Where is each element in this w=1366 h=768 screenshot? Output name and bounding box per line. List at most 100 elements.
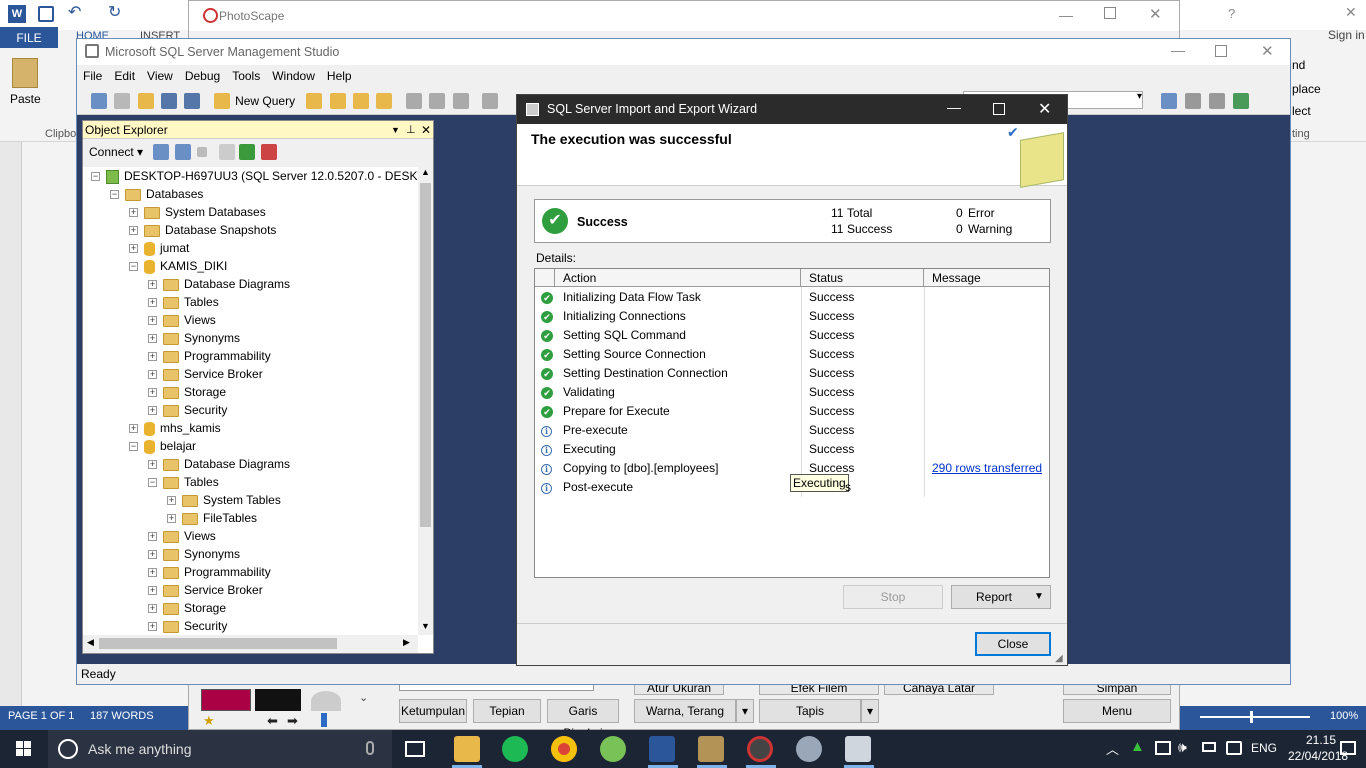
photoscape-close-icon[interactable]: ✕: [1149, 5, 1162, 23]
collapse-toggle-icon[interactable]: −: [148, 478, 157, 488]
scroll-down-arrow[interactable]: ▼: [421, 621, 430, 631]
undo-toolbar-icon[interactable]: [481, 93, 498, 109]
find-icon[interactable]: [1161, 93, 1177, 109]
word-file-tab[interactable]: FILE: [0, 27, 58, 49]
tree-node[interactable]: + System Databases: [129, 203, 266, 221]
tree-node[interactable]: + Database Snapshots: [129, 221, 276, 239]
add-item-icon[interactable]: [114, 93, 131, 109]
tree-node[interactable]: − Tables: [148, 473, 219, 491]
page-count[interactable]: PAGE 1 OF 1: [8, 710, 74, 722]
ssms-close-icon[interactable]: ✕: [1261, 42, 1274, 60]
collapse-toggle-icon[interactable]: −: [129, 442, 138, 452]
table-row[interactable]: ✔ Setting Source Connection Success: [535, 345, 1049, 364]
word-taskbar-icon[interactable]: [649, 736, 675, 762]
tree-node[interactable]: + Service Broker: [148, 581, 263, 599]
expand-toggle-icon[interactable]: +: [129, 244, 138, 254]
file-explorer-icon[interactable]: [454, 736, 480, 762]
save-toolbar-icon[interactable]: [161, 93, 178, 109]
expand-toggle-icon[interactable]: +: [148, 622, 157, 632]
resize-grip-icon[interactable]: ◢: [1055, 653, 1063, 664]
template-explorer-icon[interactable]: [1233, 93, 1249, 109]
tray-app-icon[interactable]: ▲: [1130, 738, 1145, 755]
expand-toggle-icon[interactable]: +: [148, 550, 157, 560]
word-count[interactable]: 187 WORDS: [90, 710, 154, 722]
star-icon[interactable]: ★: [203, 713, 215, 729]
wizard-minimize-icon[interactable]: —: [947, 99, 961, 115]
ribbon-select-item[interactable]: lect: [1292, 104, 1311, 118]
open-file-icon[interactable]: [137, 93, 154, 109]
scroll-left-arrow[interactable]: ◀: [87, 637, 94, 648]
tree-node[interactable]: + Database Diagrams: [148, 455, 290, 473]
menu-help[interactable]: Help: [321, 65, 358, 87]
thumbnail-image-1[interactable]: [201, 689, 251, 711]
collapse-toggle-icon[interactable]: −: [91, 172, 100, 182]
tree-node[interactable]: + System Tables: [167, 491, 281, 509]
start-icon[interactable]: [16, 741, 32, 757]
activity-monitor-icon[interactable]: [261, 144, 277, 160]
filter-dropdown[interactable]: ▾: [861, 699, 879, 723]
sign-in-link[interactable]: Sign in: [1328, 28, 1365, 42]
keyboard-icon[interactable]: [1226, 741, 1242, 755]
tree-node[interactable]: + Database Diagrams: [148, 275, 290, 293]
mdx-query-icon[interactable]: [329, 93, 346, 109]
menu-tools[interactable]: Tools: [226, 65, 266, 87]
xmla-query-icon[interactable]: [376, 93, 393, 109]
save-all-icon[interactable]: [184, 93, 201, 109]
task-view-icon[interactable]: [405, 741, 425, 757]
clock-time[interactable]: 21.15: [1306, 733, 1336, 747]
blur-button[interactable]: Ketumpulan: [399, 699, 467, 723]
expand-toggle-icon[interactable]: +: [148, 406, 157, 416]
menu-file[interactable]: File: [77, 65, 108, 87]
tree-node[interactable]: − Databases: [110, 185, 203, 203]
search-box[interactable]: Ask me anything: [48, 730, 392, 768]
tree-node[interactable]: + Service Broker: [148, 365, 263, 383]
tree-vertical-scrollbar[interactable]: ▲ ▼: [418, 167, 433, 635]
disconnect-icon[interactable]: [175, 144, 191, 160]
tree-node[interactable]: + Security: [148, 401, 227, 419]
zoom-slider-thumb[interactable]: [1250, 711, 1253, 723]
thumbnail-zoom-slider[interactable]: [321, 713, 327, 727]
hscroll-thumb[interactable]: [99, 638, 337, 649]
ssms-maximize-icon[interactable]: [1215, 45, 1227, 57]
spotify-icon[interactable]: [502, 736, 528, 762]
chrome-icon[interactable]: [551, 736, 577, 762]
new-query-icon[interactable]: [213, 93, 230, 109]
volume-icon[interactable]: 🕪: [1178, 739, 1187, 756]
paste-label[interactable]: Paste: [10, 92, 41, 106]
expand-toggle-icon[interactable]: +: [148, 352, 157, 362]
tree-node[interactable]: + jumat: [129, 239, 189, 257]
scroll-thumb[interactable]: [420, 183, 431, 527]
menu-debug[interactable]: Debug: [179, 65, 226, 87]
properties-icon[interactable]: [1185, 93, 1201, 109]
frame-line-button[interactable]: Garis Bingkai: [547, 699, 619, 740]
expand-toggle-icon[interactable]: +: [148, 568, 157, 578]
tree-node[interactable]: + mhs_kamis: [129, 419, 221, 437]
back-arrow-icon[interactable]: ⬅: [267, 713, 278, 729]
expand-toggle-icon[interactable]: +: [148, 460, 157, 470]
forward-arrow-icon[interactable]: ➡: [287, 713, 298, 729]
tree-node[interactable]: + Views: [148, 527, 216, 545]
wizard-close-icon[interactable]: ✕: [1038, 99, 1051, 119]
apple-icon[interactable]: [311, 691, 341, 711]
expand-toggle-icon[interactable]: +: [129, 424, 138, 434]
copy-icon[interactable]: [429, 93, 446, 109]
undo-icon[interactable]: ↶: [68, 2, 81, 22]
expand-toggle-icon[interactable]: +: [148, 388, 157, 398]
new-project-icon[interactable]: [91, 93, 107, 109]
grid-header-status[interactable]: Status: [801, 269, 924, 287]
redo-icon[interactable]: ↻: [108, 2, 121, 22]
tree-node[interactable]: + Synonyms: [148, 329, 240, 347]
table-row[interactable]: ✔ Initializing Data Flow Task Success: [535, 288, 1049, 307]
settings-taskbar-icon[interactable]: [796, 736, 822, 762]
ribbon-replace-item[interactable]: nd: [1292, 58, 1305, 72]
connect-button[interactable]: Connect ▾: [89, 145, 143, 159]
filter-icon[interactable]: [219, 144, 235, 160]
battery-icon[interactable]: [1202, 742, 1216, 752]
microphone-icon[interactable]: [366, 741, 374, 755]
solution-config-dropdown-arrow[interactable]: ▾: [1137, 91, 1142, 102]
android-studio-icon[interactable]: [600, 736, 626, 762]
ribbon-replace-item-2[interactable]: place: [1292, 82, 1321, 96]
grid-header-message[interactable]: Message: [924, 269, 1049, 287]
wizard-maximize-icon[interactable]: [993, 103, 1005, 115]
color-brightness-dropdown[interactable]: ▾: [736, 699, 754, 723]
